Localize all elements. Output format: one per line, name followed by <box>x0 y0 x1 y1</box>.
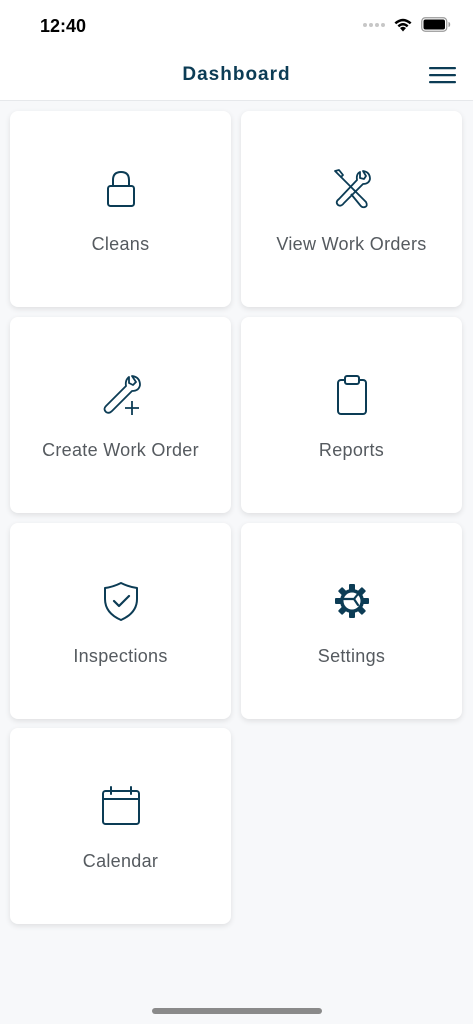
gear-icon <box>334 584 369 618</box>
home-indicator[interactable] <box>152 1008 322 1014</box>
tile-view-work-orders[interactable]: View Work Orders <box>241 111 462 307</box>
app-header: Dashboard <box>0 52 473 101</box>
tile-inspections[interactable]: Inspections <box>10 523 231 719</box>
tile-reports[interactable]: Reports <box>241 317 462 513</box>
tile-label: Cleans <box>91 234 150 254</box>
battery-icon <box>421 17 451 32</box>
tile-create-work-order[interactable]: Create Work Order <box>10 317 231 513</box>
status-indicators <box>363 17 451 32</box>
tile-label: Inspections <box>73 646 168 666</box>
tile-label: Reports <box>318 440 385 460</box>
hamburger-menu-icon <box>429 67 456 84</box>
wrench-plus-icon <box>103 375 141 415</box>
menu-button[interactable] <box>429 64 457 86</box>
tile-label: View Work Orders <box>276 234 427 254</box>
tile-label: Create Work Order <box>42 440 199 460</box>
status-bar: 12:40 <box>0 0 473 52</box>
tools-icon <box>333 169 371 209</box>
status-time: 12:40 <box>40 16 87 36</box>
tile-label: Settings <box>317 646 386 666</box>
shield-check-icon <box>103 582 138 621</box>
page-title: Dashboard <box>182 64 291 85</box>
calendar-icon <box>101 786 140 825</box>
lock-icon <box>106 170 135 207</box>
clipboard-icon <box>336 375 367 415</box>
tile-settings[interactable]: Settings <box>241 523 462 719</box>
tile-cleans[interactable]: Cleans <box>10 111 231 307</box>
cellular-signal-icon <box>363 22 385 27</box>
wifi-icon <box>394 18 412 32</box>
tile-label: Calendar <box>82 851 159 871</box>
tile-calendar[interactable]: Calendar <box>10 728 231 924</box>
